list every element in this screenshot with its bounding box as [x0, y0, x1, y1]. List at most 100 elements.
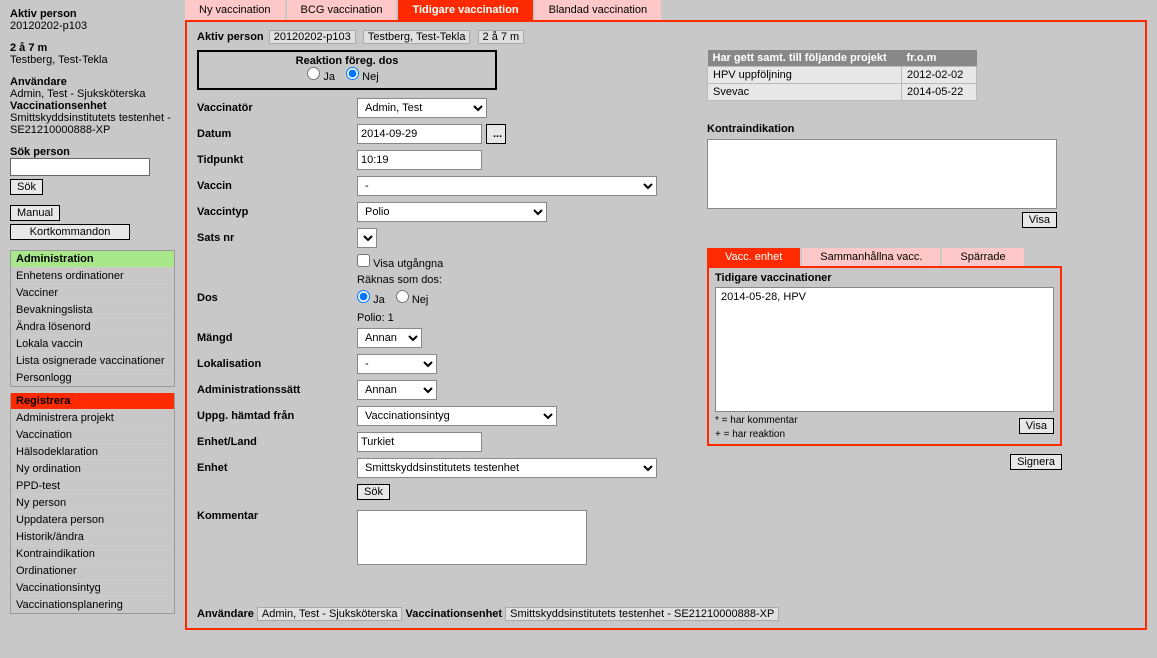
manual-button[interactable]: Manual	[10, 205, 60, 221]
nav-reg: Registrera Administrera projektVaccinati…	[10, 393, 175, 614]
sub-tabs: Vacc. enhetSammanhållna vacc.Spärrade	[707, 248, 1135, 266]
nav-item[interactable]: Administrera projekt	[11, 409, 174, 426]
nav-item[interactable]: Personlogg	[11, 369, 174, 386]
footer-ve-value: Smittskyddsinstitutets testenhet - SE212…	[505, 607, 779, 621]
sok-person-input[interactable]	[10, 158, 150, 176]
aktiv-person-id: 20120202-p103	[10, 20, 175, 32]
kommentar-textarea[interactable]	[357, 510, 587, 565]
nav-item[interactable]: Vaccinationsplanering	[11, 596, 174, 613]
sats-label: Sats nr	[197, 232, 357, 244]
vaccin-label: Vaccin	[197, 180, 357, 192]
nav-item[interactable]: Bevakningslista	[11, 301, 174, 318]
nav-admin: Administration Enhetens ordinationerVacc…	[10, 250, 175, 387]
panel-ap-name: Testberg, Test-Tekla	[363, 30, 471, 44]
main-tabs: Ny vaccinationBCG vaccinationTidigare va…	[185, 0, 1157, 20]
nav-item[interactable]: Vaccinationsintyg	[11, 579, 174, 596]
main-panel: Aktiv person 20120202-p103 Testberg, Tes…	[185, 20, 1147, 630]
uppg-select[interactable]: Vaccinationsintyg	[357, 406, 557, 426]
vaccinator-select[interactable]: Admin, Test	[357, 98, 487, 118]
sub-tab[interactable]: Vacc. enhet	[707, 248, 800, 266]
nav-item[interactable]: Lista osignerade vaccinationer	[11, 352, 174, 369]
visa-utgangna-check[interactable]: Visa utgångna	[357, 258, 443, 270]
sub-tab[interactable]: Sammanhållna vacc.	[802, 248, 940, 266]
kortkommandon-button[interactable]: Kortkommandon	[10, 224, 130, 240]
uppg-label: Uppg. hämtad från	[197, 410, 357, 422]
vaccintyp-label: Vaccintyp	[197, 206, 357, 218]
aktiv-person-label: Aktiv person	[10, 8, 175, 20]
vacc-enhet-value: Smittskyddsinstitutets testenhet - SE212…	[10, 112, 175, 136]
lokalisation-select[interactable]: -	[357, 354, 437, 374]
vaccintyp-select[interactable]: Polio	[357, 202, 547, 222]
nav-item[interactable]: Ordinationer	[11, 562, 174, 579]
nav-item[interactable]: Ny ordination	[11, 460, 174, 477]
prev-vacc-list[interactable]: 2014-05-28, HPV	[715, 287, 1054, 412]
kontra-visa-button[interactable]: Visa	[1022, 212, 1057, 228]
nav-item[interactable]: Vacciner	[11, 284, 174, 301]
sub-tab[interactable]: Spärrade	[942, 248, 1023, 266]
footer-ve-label: Vaccinationsenhet	[406, 608, 503, 620]
sats-select[interactable]	[357, 228, 377, 248]
kontra-box	[707, 139, 1057, 209]
panel-ap-id: 20120202-p103	[269, 30, 356, 44]
main-tab[interactable]: Blandad vaccination	[535, 0, 661, 20]
nav-item[interactable]: Hälsodeklaration	[11, 443, 174, 460]
vacc-enhet-label: Vaccinationsenhet	[10, 100, 175, 112]
nav-reg-header: Registrera	[11, 393, 174, 409]
adminsatt-select[interactable]: Annan	[357, 380, 437, 400]
main-tab[interactable]: BCG vaccination	[287, 0, 397, 20]
reaction-nej[interactable]: Nej	[346, 71, 379, 83]
datum-input[interactable]	[357, 124, 482, 144]
datepicker-icon[interactable]: ...	[486, 124, 506, 144]
vaccinator-label: Vaccinatör	[197, 102, 357, 114]
sok-button[interactable]: Sök	[10, 179, 43, 195]
dos-nej[interactable]: Nej	[396, 294, 429, 306]
main-tab[interactable]: Tidigare vaccination	[398, 0, 532, 20]
person-name: Testberg, Test-Tekla	[10, 54, 175, 66]
nav-admin-header: Administration	[11, 251, 174, 267]
table-row: HPV uppföljning2012-02-02	[708, 67, 977, 84]
footer-anv-value: Admin, Test - Sjuksköterska	[257, 607, 403, 621]
mangd-select[interactable]: Annan	[357, 328, 422, 348]
mangd-label: Mängd	[197, 332, 357, 344]
enhetland-label: Enhet/Land	[197, 436, 357, 448]
footer-anv-label: Användare	[197, 608, 254, 620]
vaccin-select[interactable]: -	[357, 176, 657, 196]
tidpunkt-input[interactable]	[357, 150, 482, 170]
nav-item[interactable]: Kontraindikation	[11, 545, 174, 562]
nav-item[interactable]: Enhetens ordinationer	[11, 267, 174, 284]
projects-table: Har gett samt. till följande projektfr.o…	[707, 50, 977, 101]
enhet-select[interactable]: Smittskyddsinstitutets testenhet	[357, 458, 657, 478]
signera-button[interactable]: Signera	[1010, 454, 1062, 470]
kommentar-label: Kommentar	[197, 510, 357, 522]
prev-vacc-panel: Tidigare vaccinationer 2014-05-28, HPV *…	[707, 266, 1062, 446]
raknas-label: Räknas som dos:	[357, 274, 677, 286]
tidpunkt-label: Tidpunkt	[197, 154, 357, 166]
reaction-box: Reaktion föreg. dos Ja Nej	[197, 50, 497, 90]
dos-ja[interactable]: Ja	[357, 294, 385, 306]
panel-header: Aktiv person 20120202-p103 Testberg, Tes…	[197, 30, 1135, 44]
nav-item[interactable]: PPD-test	[11, 477, 174, 494]
main: Ny vaccinationBCG vaccinationTidigare va…	[185, 0, 1157, 658]
main-tab[interactable]: Ny vaccination	[185, 0, 285, 20]
nav-item[interactable]: Uppdatera person	[11, 511, 174, 528]
enhet-label: Enhet	[197, 462, 357, 474]
prev-vacc-item[interactable]: 2014-05-28, HPV	[721, 291, 1048, 303]
sok-person-label: Sök person	[10, 146, 175, 158]
nav-item[interactable]: Lokala vaccin	[11, 335, 174, 352]
nav-item[interactable]: Vaccination	[11, 426, 174, 443]
nav-item[interactable]: Historik/ändra	[11, 528, 174, 545]
enhetland-input[interactable]	[357, 432, 482, 452]
proj-col2: fr.o.m	[902, 50, 977, 67]
nav-item[interactable]: Ändra lösenord	[11, 318, 174, 335]
anvandare-label: Användare	[10, 76, 175, 88]
panel-footer: Användare Admin, Test - Sjuksköterska Va…	[197, 608, 779, 620]
polio-count: Polio: 1	[357, 312, 677, 324]
prev-vacc-visa-button[interactable]: Visa	[1019, 418, 1054, 434]
legend-reaktion: + = har reaktion	[715, 429, 798, 440]
form-sok-button[interactable]: Sök	[357, 484, 390, 500]
legend-kommentar: * = har kommentar	[715, 415, 798, 426]
nav-item[interactable]: Ny person	[11, 494, 174, 511]
kontra-label: Kontraindikation	[707, 123, 1135, 135]
reaction-ja[interactable]: Ja	[307, 71, 335, 83]
table-row: Svevac2014-05-22	[708, 84, 977, 101]
